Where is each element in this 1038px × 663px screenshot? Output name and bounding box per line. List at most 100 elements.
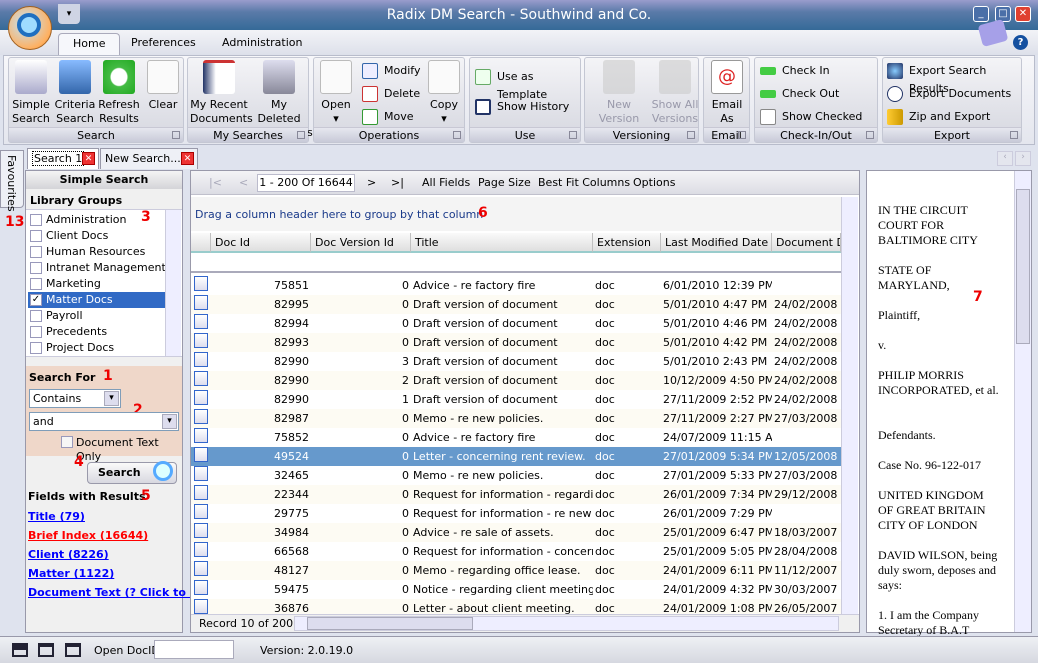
column-header-doc-version-id[interactable]: Doc Version Id	[311, 233, 411, 253]
close-tab-icon[interactable]: ✕	[181, 152, 194, 165]
library-group-item[interactable]: Marketing	[28, 276, 166, 292]
column-header-last-modified[interactable]: Last Modified Date	[661, 233, 772, 253]
column-header-extension[interactable]: Extension	[593, 233, 661, 253]
dialog-launcher-icon[interactable]	[172, 131, 180, 139]
first-page-button[interactable]: |<	[209, 176, 222, 189]
table-row[interactable]: 59475 0 Notice - regarding client meeting.…	[191, 580, 841, 599]
table-row[interactable]: 32465 0 Memo - re new policies. doc 27/01/20…	[191, 466, 841, 485]
table-row[interactable]: 49524 0 Letter - concerning rent review. do…	[191, 447, 841, 466]
export-documents-button[interactable]: Export Documents	[887, 85, 1011, 103]
checkbox-icon[interactable]: ✓	[30, 294, 42, 306]
field-result-link[interactable]: Title (79)	[28, 510, 85, 523]
checkbox-icon[interactable]	[30, 262, 42, 274]
table-row[interactable]: 34984 0 Advice - re sale of assets. doc 25/0…	[191, 523, 841, 542]
table-row[interactable]: 82987 0 Memo - re new policies. doc 27/11/20…	[191, 409, 841, 428]
clear-button[interactable]: Clear	[143, 60, 183, 112]
move-button[interactable]: Move	[362, 108, 414, 126]
modify-button[interactable]: Modify	[362, 62, 420, 80]
library-group-item[interactable]: ✓ Matter Docs	[28, 292, 166, 308]
checkbox-icon[interactable]	[30, 246, 42, 258]
field-result-link[interactable]: Matter (1122)	[28, 567, 114, 580]
group-by-area[interactable]: Drag a column header here to group by th…	[191, 197, 841, 231]
open-docid-input[interactable]	[154, 640, 234, 659]
show-history-button[interactable]: Show History	[475, 98, 569, 116]
library-group-item[interactable]: Intranet Management	[28, 260, 166, 276]
table-row[interactable]: 82990 2 Draft version of document doc 10/12/…	[191, 371, 841, 390]
table-row[interactable]: 75851 0 Advice - re factory fire doc 6/01/20…	[191, 276, 841, 295]
scroll-thumb[interactable]	[307, 617, 473, 630]
layout-vertical-icon[interactable]	[38, 643, 54, 657]
zip-and-export-button[interactable]: Zip and Export	[887, 108, 990, 126]
new-version-button[interactable]: New Version	[587, 60, 651, 126]
my-recent-documents-button[interactable]: My Recent Documents	[190, 60, 253, 126]
library-group-item[interactable]: Payroll	[28, 308, 166, 324]
table-row[interactable]: 82994 0 Draft version of document doc 5/01/2…	[191, 314, 841, 333]
field-result-link[interactable]: Client (8226)	[28, 548, 109, 561]
minimize-button[interactable]: _	[973, 6, 989, 22]
check-out-button[interactable]: Check Out	[760, 85, 839, 103]
layout-horizontal-icon[interactable]	[12, 643, 28, 657]
checkbox-icon[interactable]	[30, 230, 42, 242]
match-mode-select[interactable]: Contains ▾	[29, 389, 121, 408]
simple-search-button[interactable]: Simple Search	[11, 60, 51, 126]
search-button[interactable]: Search	[87, 461, 177, 484]
chevron-down-icon[interactable]: ▾	[162, 414, 177, 429]
check-in-button[interactable]: Check In	[760, 62, 830, 80]
dialog-launcher-icon[interactable]	[453, 131, 461, 139]
copy-button[interactable]: Copy ▾	[426, 60, 462, 126]
table-row[interactable]: 48127 0 Memo - regarding office lease. doc 2…	[191, 561, 841, 580]
preview-scrollbar[interactable]	[1014, 171, 1031, 632]
library-groups-scrollbar[interactable]	[165, 210, 181, 356]
last-page-button[interactable]: >|	[391, 176, 404, 189]
grid-horizontal-scrollbar[interactable]	[294, 616, 839, 631]
table-row[interactable]: 82990 1 Draft version of document doc 27/11/…	[191, 390, 841, 409]
column-header-title[interactable]: Title	[411, 233, 593, 253]
layout-single-icon[interactable]	[65, 643, 81, 657]
document-text-only-checkbox[interactable]: Document Text Only	[61, 436, 182, 463]
dialog-launcher-icon[interactable]	[738, 131, 746, 139]
help-icon[interactable]: ?	[1013, 35, 1028, 50]
checkbox-icon[interactable]	[30, 342, 42, 354]
tabs-scroll-right[interactable]: ›	[1015, 151, 1031, 166]
dialog-launcher-icon[interactable]	[687, 131, 695, 139]
dialog-launcher-icon[interactable]	[1010, 131, 1018, 139]
export-search-results-button[interactable]: Export Search Results	[887, 62, 1021, 95]
app-menu-button[interactable]	[8, 6, 52, 50]
quick-access-dropdown[interactable]: ▾	[58, 4, 80, 24]
close-button[interactable]: ✕	[1015, 6, 1031, 22]
checkbox-icon[interactable]	[30, 214, 42, 226]
best-fit-columns-button[interactable]: Best Fit Columns	[538, 176, 630, 189]
dialog-launcher-icon[interactable]	[297, 131, 305, 139]
use-as-template-button[interactable]: Use as Template	[475, 68, 580, 101]
checkbox-icon[interactable]	[61, 436, 73, 448]
show-checked-out-button[interactable]: Show Checked Out	[760, 108, 877, 141]
prev-page-button[interactable]: <	[239, 176, 248, 189]
library-group-item[interactable]: Precedents	[28, 324, 166, 340]
library-group-item[interactable]: Human Resources	[28, 244, 166, 260]
library-group-item[interactable]: Client Docs	[28, 228, 166, 244]
tab-preferences[interactable]: Preferences	[117, 33, 210, 55]
filter-row[interactable]	[191, 253, 841, 273]
tabs-scroll-left[interactable]: ‹	[997, 151, 1013, 166]
chevron-down-icon[interactable]: ▾	[104, 391, 119, 406]
dialog-launcher-icon[interactable]	[866, 131, 874, 139]
field-result-link[interactable]: Brief Index (16644)	[28, 529, 148, 542]
refresh-results-button[interactable]: Refresh Results	[97, 60, 141, 126]
next-page-button[interactable]: >	[367, 176, 376, 189]
table-row[interactable]: 22344 0 Request for information - regardin…	[191, 485, 841, 504]
search-text-input[interactable]: and ▾	[29, 412, 179, 431]
tab-search-1[interactable]: Search 1 ✕	[27, 148, 99, 169]
open-button[interactable]: Open ▾	[318, 60, 354, 126]
options-button[interactable]: Options	[633, 176, 675, 189]
delete-button[interactable]: Delete	[362, 85, 420, 103]
tab-administration[interactable]: Administration	[208, 33, 317, 55]
grid-vertical-scrollbar[interactable]	[841, 197, 858, 615]
close-tab-icon[interactable]: ✕	[82, 152, 95, 165]
table-row[interactable]: 66568 0 Request for information - concerni…	[191, 542, 841, 561]
table-row[interactable]: 75852 0 Advice - re factory fire doc 24/07/2…	[191, 428, 841, 447]
criteria-search-button[interactable]: Criteria Search	[53, 60, 97, 126]
favourites-tab[interactable]: Favourites	[0, 150, 24, 212]
library-group-item[interactable]: Project Docs	[28, 340, 166, 356]
table-row[interactable]: 82990 3 Draft version of document doc 5/01/2…	[191, 352, 841, 371]
column-header-document-date[interactable]: Document Da	[772, 233, 841, 253]
